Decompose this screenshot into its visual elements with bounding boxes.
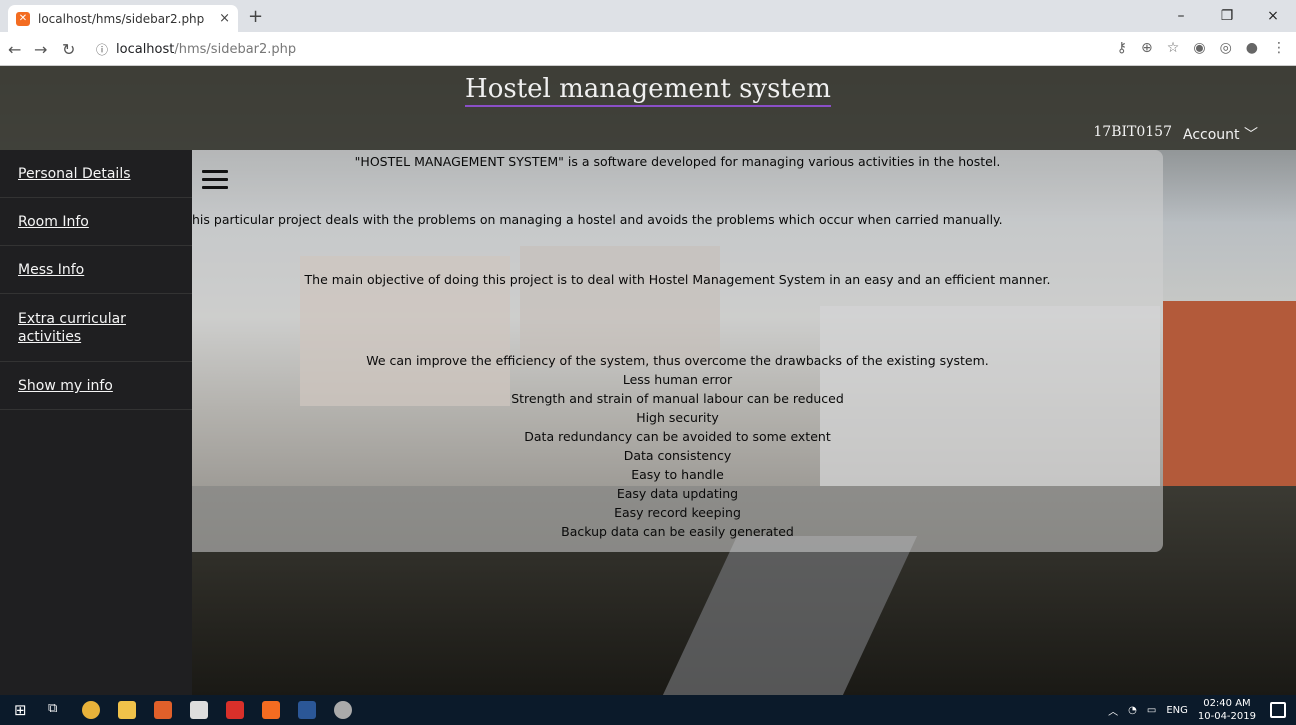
windows-taskbar: ⊞ ⧉ ︿ ◔ ▭ ENG 02:40 AM 10-04-2019 [0,695,1296,725]
clock[interactable]: 02:40 AM 10-04-2019 [1198,697,1256,723]
browser-tab[interactable]: ✕ localhost/hms/sidebar2.php × [8,5,238,32]
maximize-button[interactable]: ❐ [1204,0,1250,32]
file-explorer-icon[interactable] [118,701,136,719]
benefit-item: Less human error [622,372,733,387]
forward-arrow-icon[interactable]: → [34,40,47,59]
snipping-tool-icon[interactable] [334,701,352,719]
account-dropdown[interactable]: Account ﹀ [1183,124,1258,144]
tab-title: localhost/hms/sidebar2.php [38,11,205,26]
problem-text: his particular project deals with the pr… [192,212,1003,227]
url-field[interactable]: ⓘ localhost/hms/sidebar2.php [96,37,1096,61]
page-background: Hostel management system 17BIT0157 Accou… [0,66,1296,695]
sidebar-item-mess-info[interactable]: Mess Info [0,246,192,294]
back-arrow-icon[interactable]: ← [8,40,21,59]
improve-text: We can improve the efficiency of the sys… [366,353,989,368]
acrobat-icon[interactable] [226,701,244,719]
new-tab-button[interactable]: + [248,6,263,27]
url-path: /hms/sidebar2.php [174,41,297,57]
window-controls: – ❐ × [1158,0,1296,32]
sidebar-item-personal-details[interactable]: Personal Details [0,150,192,198]
sublime-text-icon[interactable] [154,701,172,719]
content-panel: "HOSTEL MANAGEMENT SYSTEM" is a software… [192,150,1163,552]
benefit-item: Easy to handle [631,467,724,482]
wifi-icon[interactable]: ◔ [1128,705,1137,716]
battery-icon[interactable]: ▭ [1147,705,1156,716]
extension-icon[interactable]: ◉ [1193,40,1205,56]
chevron-down-icon: ﹀ [1244,127,1258,143]
address-bar: ← → ↻ ⓘ localhost/hms/sidebar2.php ⚷ ⊕ ☆… [0,32,1296,66]
tab-close-icon[interactable]: × [219,11,230,26]
xampp-favicon-icon: ✕ [16,11,30,26]
benefit-item: Data consistency [623,448,732,463]
task-view-icon[interactable]: ⧉ [48,701,66,719]
chrome-taskbar-icon[interactable] [82,701,100,719]
windows-start-icon[interactable]: ⊞ [14,701,32,719]
profile-avatar-icon[interactable]: ● [1246,40,1258,56]
benefit-item: Backup data can be easily generated [561,524,794,539]
sidebar-nav: Personal Details Room Info Mess Info Ext… [0,150,192,695]
clock-date: 10-04-2019 [1197,711,1256,722]
xampp-icon[interactable] [262,701,280,719]
sidebar-item-extra-curricular[interactable]: Extra curricular activities [0,294,192,362]
background-building-brick [1163,301,1296,501]
intro-text: "HOSTEL MANAGEMENT SYSTEM" is a software… [354,154,1001,169]
more-menu-icon[interactable]: ⋮ [1272,40,1286,56]
account-label: Account [1183,127,1240,143]
benefit-item: Easy record keeping [614,505,741,520]
benefit-item: High security [636,410,719,425]
language-indicator[interactable]: ENG [1166,705,1188,716]
notification-center-icon[interactable] [1270,702,1286,718]
benefit-item: Strength and strain of manual labour can… [511,391,844,406]
benefit-item: Easy data updating [616,486,739,501]
info-icon[interactable]: ⓘ [96,41,108,58]
photos-icon[interactable] [190,701,208,719]
clock-time: 02:40 AM [1203,698,1251,709]
system-tray: ︿ ◔ ▭ ENG 02:40 AM 10-04-2019 [1108,695,1256,725]
hamburger-menu-icon[interactable] [202,170,228,192]
chevron-up-icon[interactable]: ︿ [1108,703,1118,718]
site-header: Hostel management system 17BIT0157 Accou… [0,66,1296,150]
star-icon[interactable]: ☆ [1167,40,1180,56]
reload-icon[interactable]: ↻ [62,40,75,59]
close-window-button[interactable]: × [1250,0,1296,32]
word-icon[interactable] [298,701,316,719]
extension-icon-2[interactable]: ◎ [1220,40,1232,56]
url-host: localhost [116,41,175,57]
user-id-label: 17BIT0157 [1093,124,1172,140]
key-icon[interactable]: ⚷ [1117,40,1127,56]
zoom-icon[interactable]: ⊕ [1141,40,1153,56]
objective-text: The main objective of doing this project… [304,272,1051,287]
sidebar-item-show-my-info[interactable]: Show my info [0,362,192,410]
sidebar-item-room-info[interactable]: Room Info [0,198,192,246]
browser-tab-bar: ✕ localhost/hms/sidebar2.php × + – ❐ × [0,0,1296,32]
site-title: Hostel management system [0,74,1296,107]
minimize-button[interactable]: – [1158,0,1204,32]
browser-toolbar-icons: ⚷ ⊕ ☆ ◉ ◎ ● ⋮ [1117,40,1286,56]
site-title-text: Hostel management system [465,74,831,107]
benefit-item: Data redundancy can be avoided to some e… [524,429,831,444]
